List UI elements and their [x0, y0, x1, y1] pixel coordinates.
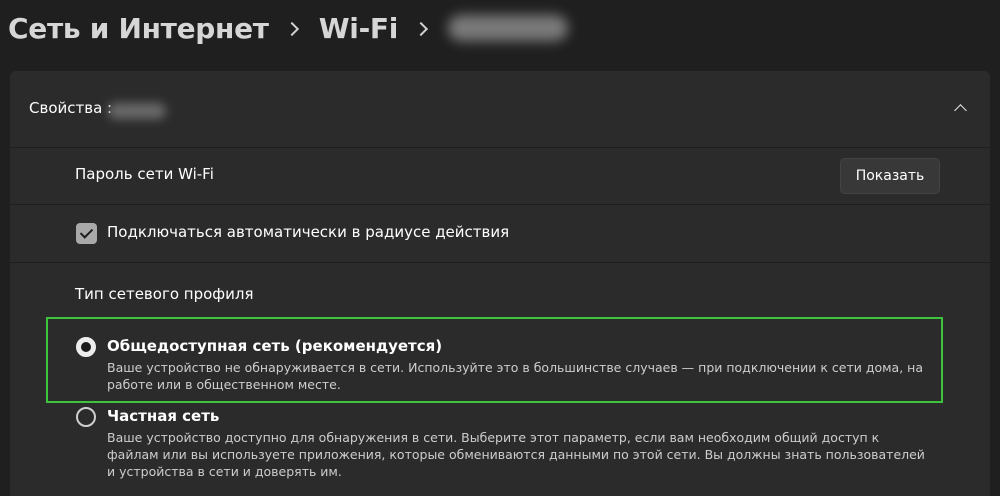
breadcrumb-network-name-redacted: [448, 15, 569, 41]
properties-card: Свойства : Пароль сети Wi-Fi Показать По…: [10, 71, 990, 496]
radio-unselected-icon[interactable]: [76, 407, 96, 427]
public-network-title: Общедоступная сеть (рекомендуется): [107, 337, 443, 355]
properties-value-redacted: [108, 103, 166, 119]
properties-header[interactable]: Свойства :: [10, 71, 990, 148]
checkmark-icon: [79, 225, 94, 239]
radio-public-network[interactable]: Общедоступная сеть (рекомендуется) Ваше …: [76, 337, 936, 397]
chevron-up-icon: [954, 104, 967, 117]
public-network-description: Ваше устройство не обнаруживается в сети…: [107, 360, 923, 392]
radio-selected-icon[interactable]: [76, 337, 96, 357]
show-password-button[interactable]: Показать: [840, 158, 940, 194]
radio-private-network[interactable]: Частная сеть Ваше устройство доступно дл…: [76, 407, 936, 487]
auto-connect-row: Подключаться автоматически в радиусе дей…: [10, 205, 990, 263]
breadcrumb-wifi[interactable]: Wi-Fi: [319, 12, 399, 45]
auto-connect-checkbox[interactable]: [76, 223, 97, 244]
chevron-right-icon: [413, 21, 429, 37]
settings-page: Сеть и Интернет Wi-Fi Свойства : Пароль …: [0, 0, 1000, 496]
wifi-password-label: Пароль сети Wi-Fi: [75, 165, 214, 183]
breadcrumb: Сеть и Интернет Wi-Fi: [8, 6, 569, 50]
auto-connect-label[interactable]: Подключаться автоматически в радиусе дей…: [107, 223, 509, 241]
properties-label: Свойства :: [29, 99, 113, 117]
collapse-button[interactable]: [944, 93, 976, 125]
chevron-right-icon: [284, 21, 299, 37]
private-network-description: Ваше устройство доступно для обнаружения…: [107, 430, 925, 479]
private-network-title: Частная сеть: [107, 407, 220, 425]
wifi-password-row: Пароль сети Wi-Fi Показать: [10, 148, 990, 205]
breadcrumb-network-internet[interactable]: Сеть и Интернет: [8, 12, 269, 45]
network-profile-title: Тип сетевого профиля: [75, 285, 254, 303]
